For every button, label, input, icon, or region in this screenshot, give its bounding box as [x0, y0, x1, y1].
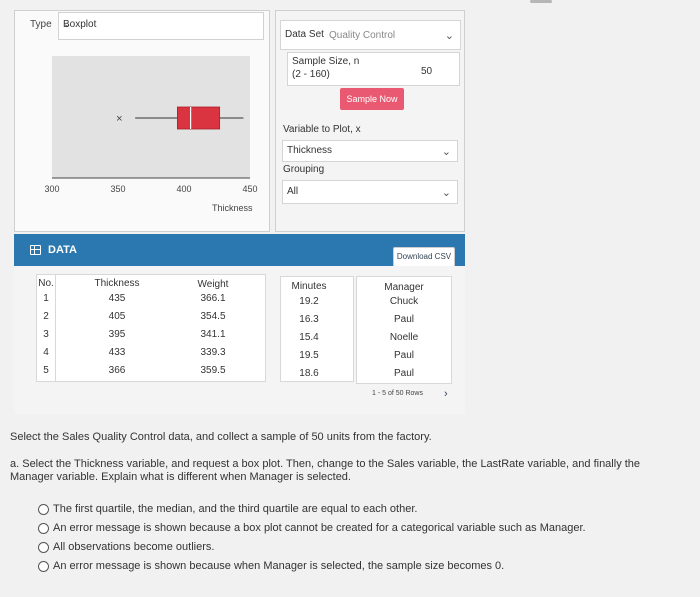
- table-cell-manager: Paul: [393, 350, 414, 361]
- column-header-thickness: Thickness: [94, 278, 140, 289]
- table-cell-no: 3: [43, 329, 49, 340]
- outlier-point: ×: [116, 113, 122, 125]
- option-text: The first quartile, the median, and the …: [53, 503, 418, 515]
- table-cell-minutes: 15.4: [299, 332, 319, 343]
- table-cell-no: 2: [43, 311, 49, 322]
- table-cell-manager: Noelle: [389, 332, 419, 343]
- table-cell-weight: 366.1: [200, 293, 226, 304]
- table-cell-weight: 359.5: [200, 365, 226, 376]
- radio-button[interactable]: [38, 522, 49, 534]
- radio-button[interactable]: [38, 503, 49, 515]
- chevron-down-icon: ⌄: [444, 30, 454, 42]
- column-header-minutes: Minutes: [291, 281, 327, 292]
- question-part-a: a. Select the Thickness variable, and re…: [10, 458, 641, 483]
- sample-size-input[interactable]: 50: [421, 66, 432, 77]
- chevron-down-icon: ⌄: [441, 146, 451, 158]
- option-text: An error message is shown because when M…: [53, 560, 505, 572]
- dataset-label: Data Set: [285, 29, 324, 40]
- sample-size-range: (2 - 160): [292, 69, 330, 80]
- table-cell-weight: 341.1: [200, 329, 226, 340]
- variable-value: Thickness: [287, 145, 333, 156]
- table-cell-weight: 354.5: [200, 311, 226, 322]
- option-text: All observations become outliers.: [53, 541, 215, 553]
- grouping-value: All: [287, 186, 299, 197]
- chevron-down-icon: ⌄: [441, 187, 451, 199]
- option-3[interactable]: All observations become outliers.: [38, 541, 214, 553]
- x-tick-label: 450: [242, 184, 258, 194]
- table-cell-minutes: 18.6: [299, 368, 319, 379]
- pager-text: 1 - 5 of 50 Rows: [372, 390, 423, 397]
- x-tick-label: 300: [44, 184, 60, 194]
- table-cell-manager: Chuck: [389, 296, 419, 307]
- top-right-scroll-mark: [530, 0, 552, 3]
- sample-size-label: Sample Size, n: [292, 56, 360, 67]
- table-cell-thickness: 405: [108, 311, 126, 322]
- radio-button[interactable]: [38, 541, 49, 553]
- column-header-weight: Weight: [197, 279, 229, 290]
- option-1[interactable]: The first quartile, the median, and the …: [38, 503, 417, 515]
- next-page-arrow[interactable]: ›: [444, 388, 448, 400]
- x-tick-label: 350: [110, 184, 126, 194]
- table-cell-weight: 339.3: [200, 347, 226, 358]
- table-cell-manager: Paul: [393, 368, 414, 379]
- data-title: DATA: [48, 244, 77, 256]
- table-cell-no: 5: [43, 365, 49, 376]
- x-tick-label: 400: [176, 184, 192, 194]
- grouping-label: Grouping: [283, 164, 325, 175]
- column-header-manager: Manager: [384, 282, 424, 293]
- table-cell-minutes: 16.3: [299, 314, 319, 325]
- radio-button[interactable]: [38, 560, 49, 572]
- sample-size-box: Sample Size, n (2 - 160) 50: [287, 52, 460, 86]
- table-cell-minutes: 19.5: [299, 350, 319, 361]
- column-header-no: No.: [38, 278, 54, 289]
- grouping-select[interactable]: All ⌄: [282, 180, 458, 204]
- table-cell-no: 1: [43, 293, 49, 304]
- box-upper-half: [190, 106, 221, 130]
- option-text: An error message is shown because a box …: [53, 522, 586, 534]
- variable-label: Variable to Plot, x: [283, 124, 361, 135]
- option-2[interactable]: An error message is shown because a box …: [38, 522, 586, 534]
- x-axis-label: Thickness: [212, 203, 253, 213]
- table-cell-thickness: 435: [108, 293, 126, 304]
- table-cell-thickness: 433: [108, 347, 126, 358]
- table-cell-no: 4: [43, 347, 49, 358]
- variable-select[interactable]: Thickness ⌄: [282, 140, 458, 162]
- boxplot-chart: ×: [52, 106, 250, 179]
- sample-now-button[interactable]: Sample Now: [340, 88, 404, 110]
- table-cell-thickness: 366: [108, 365, 126, 376]
- dataset-placeholder: Quality Control: [329, 30, 396, 41]
- option-4[interactable]: An error message is shown because when M…: [38, 560, 504, 572]
- table-cell-thickness: 395: [108, 329, 126, 340]
- box-lower-half: [176, 106, 191, 130]
- download-csv-button[interactable]: Download CSV: [393, 247, 455, 267]
- table-cell-manager: Paul: [393, 314, 414, 325]
- dataset-select[interactable]: Data Set Quality Control ⌄: [280, 20, 461, 50]
- question-intro: Select the Sales Quality Control data, a…: [10, 431, 432, 443]
- table-icon: [30, 245, 41, 255]
- table-cell-minutes: 19.2: [299, 296, 319, 307]
